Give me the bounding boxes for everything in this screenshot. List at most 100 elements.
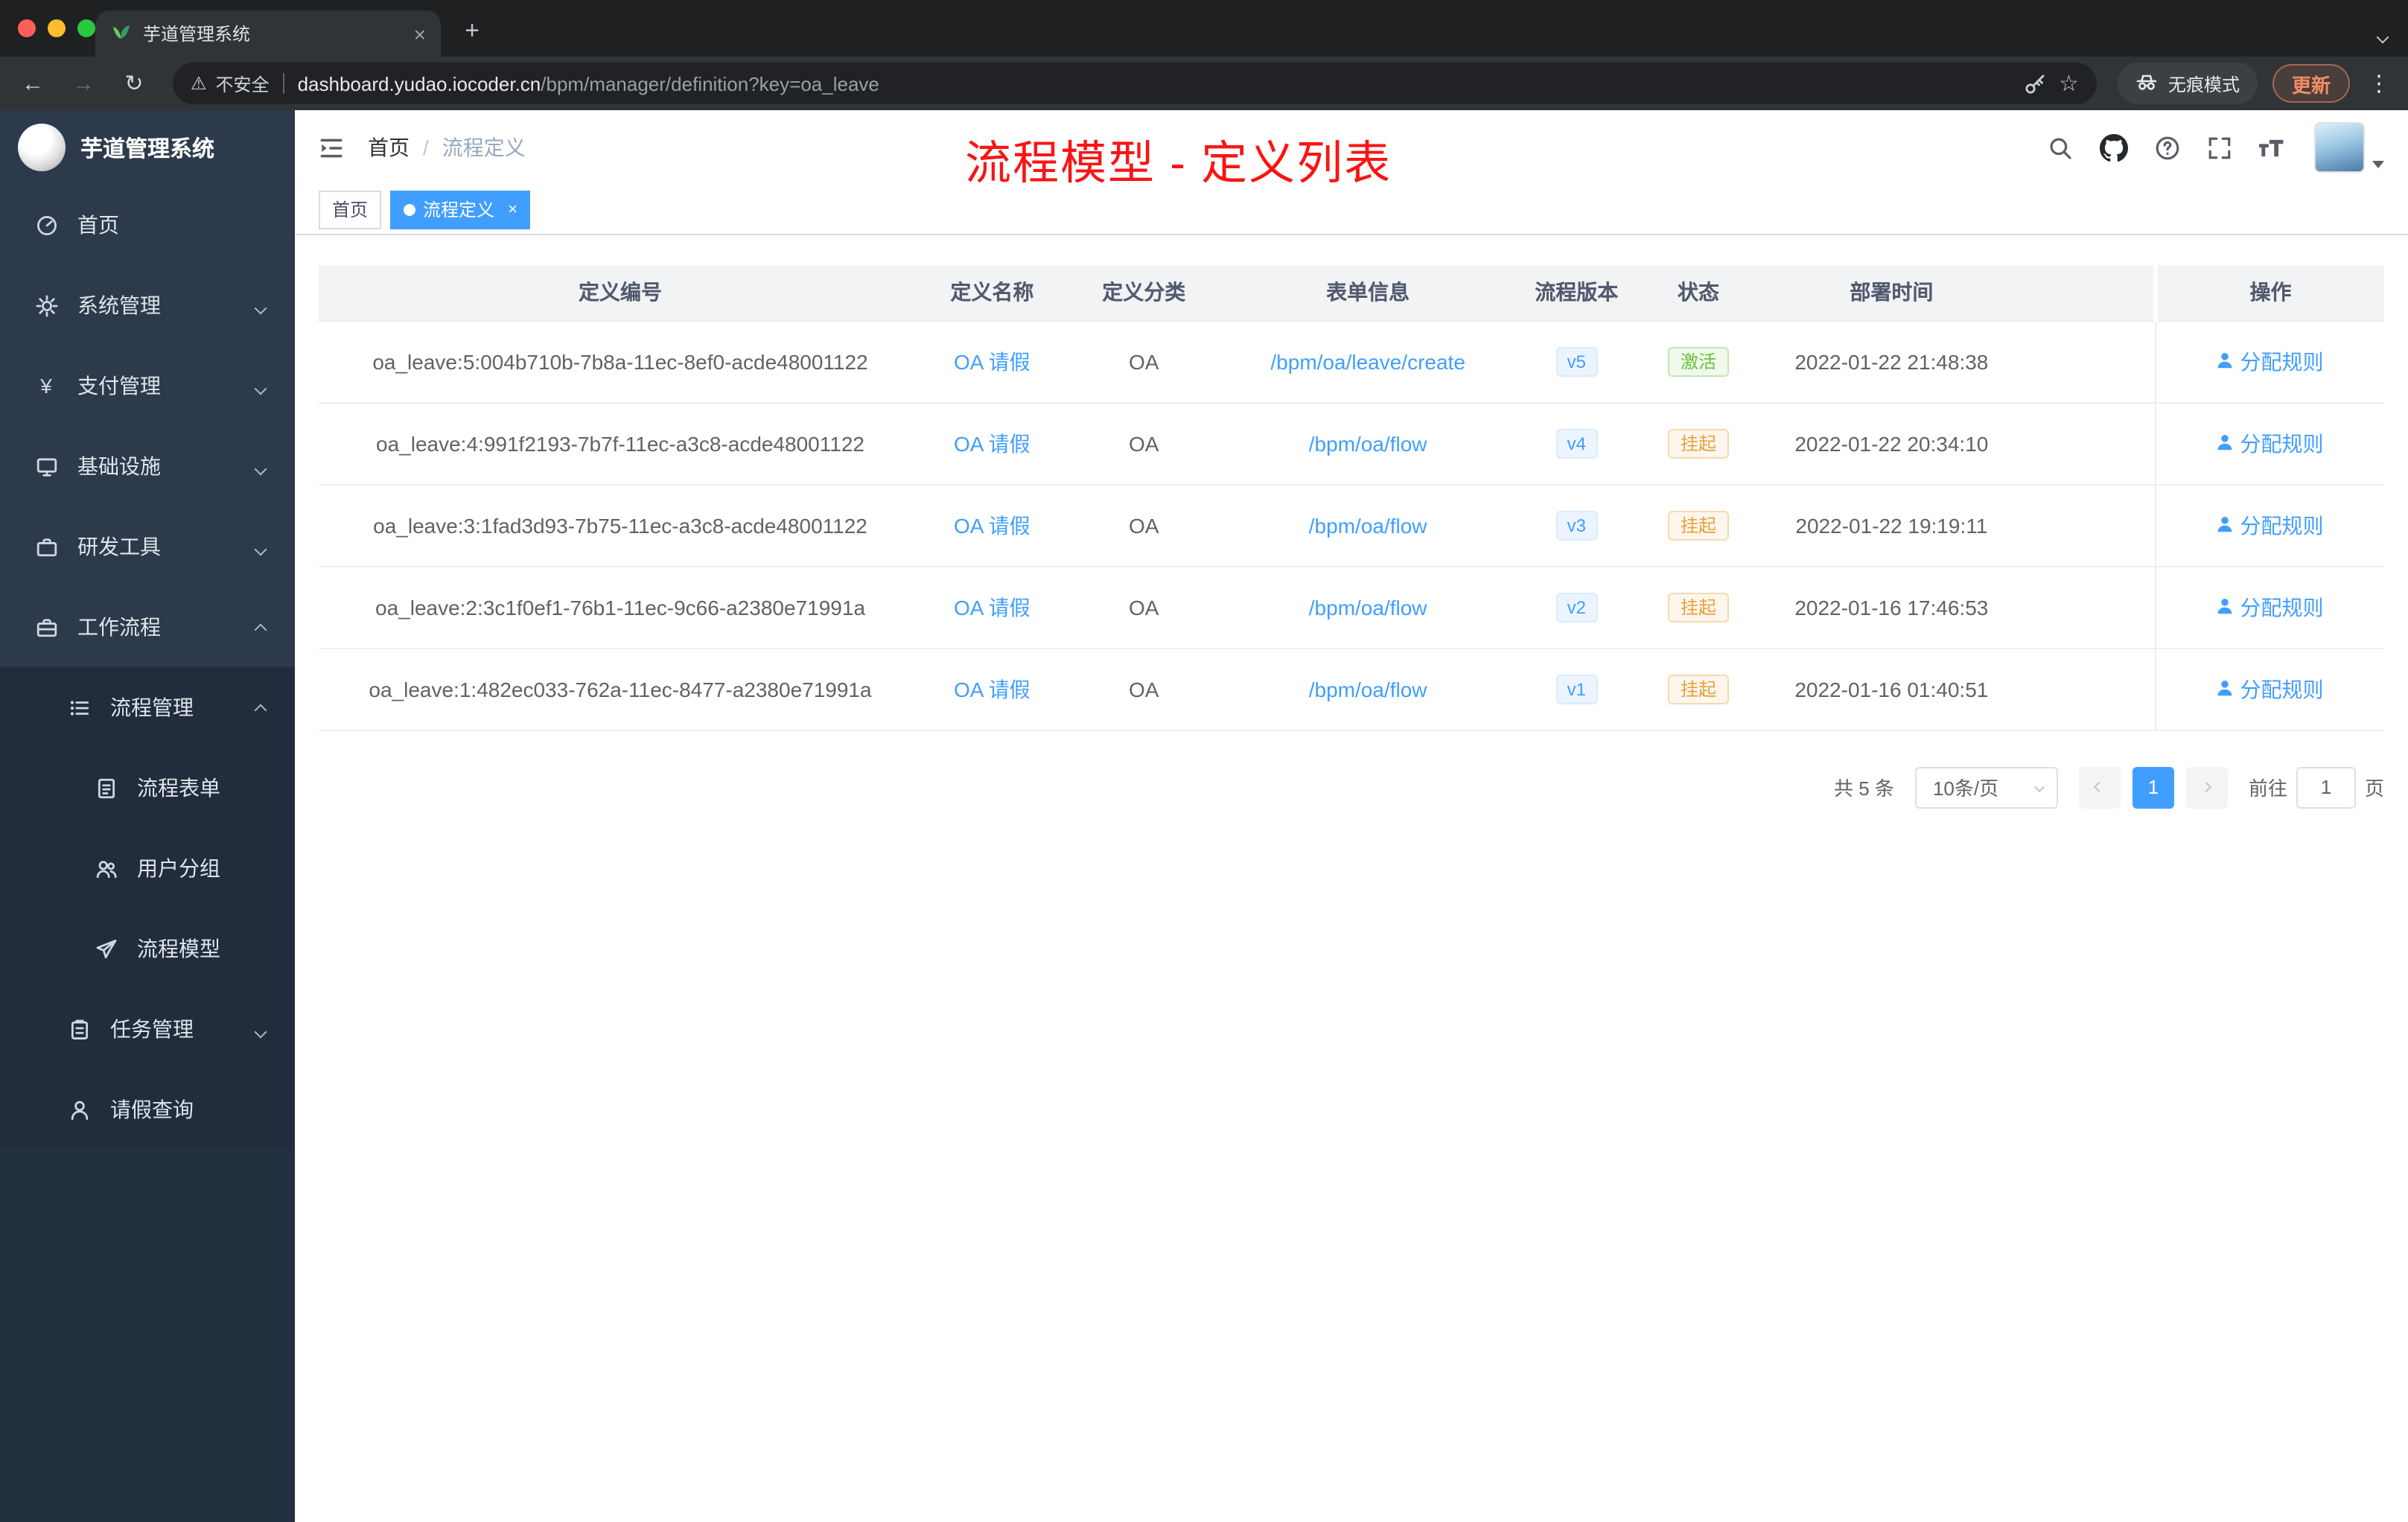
active-dot	[404, 203, 416, 215]
next-page-button[interactable]	[2185, 766, 2228, 808]
chevron-up-icon	[254, 615, 267, 639]
form-link[interactable]: /bpm/oa/flow	[1309, 513, 1427, 537]
prev-page-button[interactable]	[2078, 766, 2121, 808]
assign-rule-link[interactable]: 分配规则	[2240, 510, 2324, 540]
help-icon[interactable]	[2155, 135, 2180, 160]
breadcrumb-current: 流程定义	[442, 136, 526, 159]
tag-close-icon[interactable]: ×	[508, 200, 517, 218]
breadcrumb-separator: /	[423, 136, 429, 159]
close-window-button[interactable]	[18, 19, 36, 37]
form-link[interactable]: /bpm/oa/flow	[1309, 595, 1427, 619]
col-definition-name: 定义名称	[922, 265, 1063, 321]
browser-tabstrip: 芋道管理系统 × +	[0, 0, 2408, 57]
form-icon	[92, 777, 119, 799]
sidebar-item-process-forms[interactable]: 流程表单	[0, 748, 295, 828]
sidebar-item-process-management[interactable]: 流程管理	[0, 667, 295, 748]
sidebar-item-infrastructure[interactable]: 基础设施	[0, 426, 295, 506]
back-icon[interactable]: ←	[15, 71, 51, 96]
bookmark-star-icon[interactable]: ☆	[2059, 70, 2079, 97]
avatar-caret-icon	[2372, 161, 2384, 168]
assign-rule-link[interactable]: 分配规则	[2240, 428, 2324, 458]
current-page-button[interactable]: 1	[2132, 766, 2174, 808]
tools-icon	[33, 535, 60, 558]
assign-person-icon	[2217, 595, 2235, 619]
url-path: /bpm/manager/definition?key=oa_leave	[541, 72, 879, 95]
col-process-version: 流程版本	[1510, 265, 1643, 321]
svg-text:T: T	[2270, 136, 2283, 159]
github-icon[interactable]	[2100, 133, 2128, 162]
sidebar-item-leave-query[interactable]: 请假查询	[0, 1069, 295, 1150]
update-button[interactable]: 更新	[2272, 64, 2350, 103]
version-badge: v3	[1555, 510, 1598, 540]
sidebar-item-devtools[interactable]: 研发工具	[0, 506, 295, 587]
assign-rule-link[interactable]: 分配规则	[2240, 346, 2324, 376]
definition-category: OA	[1062, 648, 1226, 730]
sidebar-item-process-models[interactable]: 流程模型	[0, 908, 295, 989]
table-row: oa_leave:5:004b710b-7b8a-11ec-8ef0-acde4…	[319, 320, 2384, 403]
form-link[interactable]: /bpm/oa/flow	[1309, 677, 1427, 701]
col-spacer	[2028, 265, 2155, 321]
definition-id: oa_leave:3:1fad3d93-7b75-11ec-a3c8-acde4…	[319, 484, 923, 567]
form-link[interactable]: /bpm/oa/leave/create	[1270, 349, 1465, 373]
window-controls	[18, 19, 95, 37]
fullscreen-icon[interactable]	[2207, 135, 2232, 160]
col-deploy-time: 部署时间	[1754, 265, 2029, 321]
font-size-icon[interactable]: T T	[2259, 135, 2287, 160]
page-size-select[interactable]: 10条/页	[1914, 766, 2058, 808]
chevron-down-icon	[2033, 781, 2045, 793]
breadcrumb-home[interactable]: 首页	[368, 133, 410, 162]
tag-process-definition[interactable]: 流程定义 ×	[390, 190, 531, 229]
tab-search-icon[interactable]	[2376, 22, 2389, 49]
maximize-window-button[interactable]	[77, 19, 95, 37]
assign-rule-link[interactable]: 分配规则	[2240, 592, 2324, 622]
col-status: 状态	[1643, 265, 1754, 321]
security-chip[interactable]: ⚠ 不安全	[191, 71, 270, 96]
incognito-icon	[2135, 70, 2158, 97]
search-icon[interactable]	[2048, 135, 2073, 160]
reload-icon[interactable]: ↻	[116, 70, 152, 97]
page-unit-label: 页	[2364, 777, 2384, 800]
assign-person-icon	[2217, 431, 2235, 455]
key-icon[interactable]	[2023, 72, 2045, 95]
incognito-badge: 无痕模式	[2117, 63, 2258, 104]
sidebar-item-payment[interactable]: ¥ 支付管理	[0, 346, 295, 426]
definition-category: OA	[1062, 402, 1226, 485]
process-list-icon	[66, 696, 92, 719]
status-badge: 挂起	[1668, 674, 1728, 704]
definition-name-link[interactable]: OA 请假	[954, 595, 1031, 619]
form-link[interactable]: /bpm/oa/flow	[1309, 431, 1427, 455]
assign-rule-link[interactable]: 分配规则	[2240, 674, 2324, 704]
minimize-window-button[interactable]	[48, 19, 66, 37]
definition-name-link[interactable]: OA 请假	[954, 513, 1031, 537]
definition-name-link[interactable]: OA 请假	[954, 349, 1031, 373]
definition-id: oa_leave:4:991f2193-7b7f-11ec-a3c8-acde4…	[319, 402, 923, 485]
forward-icon[interactable]: →	[66, 71, 101, 96]
hamburger-icon[interactable]	[319, 135, 344, 160]
browser-tab[interactable]: 芋道管理系统 ×	[95, 10, 441, 57]
user-avatar[interactable]	[2314, 122, 2384, 173]
tag-home[interactable]: 首页	[319, 190, 382, 229]
sidebar-item-task-management[interactable]: 任务管理	[0, 989, 295, 1069]
breadcrumb: 首页 / 流程定义	[368, 133, 526, 162]
browser-menu-icon[interactable]: ⋮	[2365, 70, 2393, 97]
address-bar[interactable]: ⚠ 不安全 dashboard.yudao.iocoder.cn/bpm/man…	[173, 63, 2097, 104]
definition-name-link[interactable]: OA 请假	[954, 677, 1031, 701]
status-badge: 激活	[1668, 346, 1728, 376]
definition-name-link[interactable]: OA 请假	[954, 431, 1031, 455]
table-row: oa_leave:1:482ec033-762a-11ec-8477-a2380…	[319, 648, 2384, 730]
tab-close-icon[interactable]: ×	[414, 23, 426, 44]
chevron-down-icon	[254, 535, 267, 558]
new-tab-button[interactable]: +	[453, 12, 491, 51]
tab-favicon-icon	[110, 19, 131, 48]
goto-page-input[interactable]	[2296, 766, 2356, 808]
sidebar-item-system[interactable]: 系统管理	[0, 265, 295, 346]
definition-id: oa_leave:5:004b710b-7b8a-11ec-8ef0-acde4…	[319, 320, 923, 403]
sidebar-item-home[interactable]: 首页	[0, 185, 295, 265]
url-separator	[282, 73, 284, 94]
sidebar-item-user-groups[interactable]: 用户分组	[0, 828, 295, 908]
definition-category: OA	[1062, 320, 1226, 403]
sidebar-item-workflow[interactable]: 工作流程	[0, 587, 295, 667]
definition-table: 定义编号 定义名称 定义分类 表单信息 流程版本 状态 部署时间 操作 oa_l…	[319, 265, 2384, 730]
user-group-icon	[92, 857, 119, 879]
col-operations: 操作	[2153, 265, 2384, 321]
